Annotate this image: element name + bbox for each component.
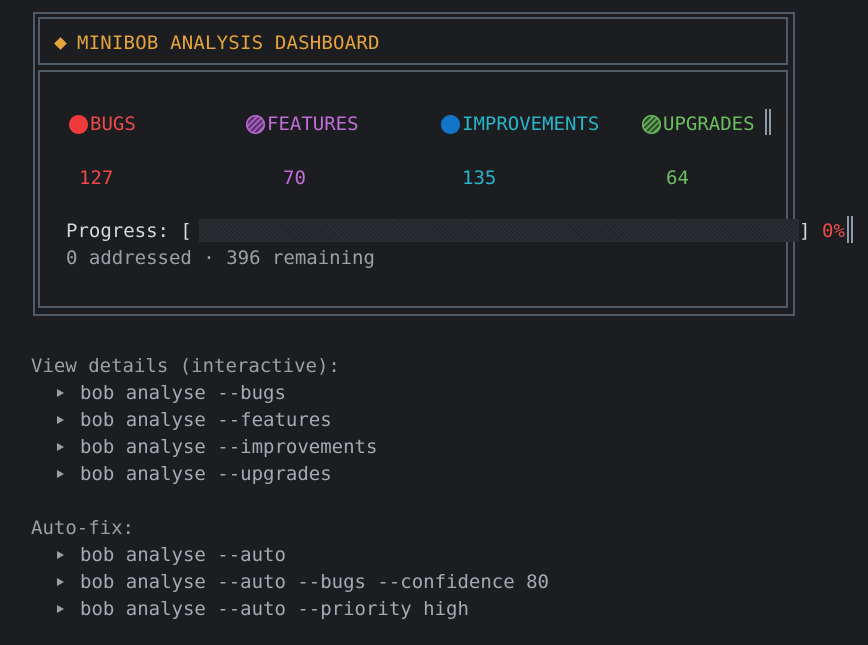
category-label: BUGS	[90, 113, 136, 135]
category-bugs: BUGS	[69, 112, 136, 136]
command-item[interactable]: bob analyse --bugs	[55, 381, 286, 405]
command-item[interactable]: bob analyse --upgrades	[55, 462, 332, 486]
triangle-bullet-icon	[57, 416, 64, 424]
view-details-title: View details (interactive):	[31, 355, 340, 377]
triangle-bullet-icon	[57, 578, 64, 586]
progress-bar	[199, 219, 799, 242]
command-item[interactable]: bob analyse --auto --bugs --confidence 8…	[55, 570, 549, 594]
addressed-count: 0 addressed	[66, 247, 192, 269]
command-text: bob analyse --improvements	[80, 436, 378, 458]
command-item[interactable]: bob analyse --features	[55, 408, 332, 432]
category-upgrades: UPGRADES	[642, 112, 755, 136]
blue-circle-icon	[441, 114, 460, 134]
progress-edge-marker	[847, 216, 853, 243]
triangle-bullet-icon	[57, 605, 64, 613]
column-edge-marker	[765, 109, 771, 135]
improvements-count: 135	[462, 167, 497, 189]
triangle-bullet-icon	[57, 551, 64, 559]
command-item[interactable]: bob analyse --improvements	[55, 435, 377, 459]
green-circle-icon	[642, 114, 661, 134]
command-item[interactable]: bob analyse --auto	[55, 543, 286, 567]
triangle-bullet-icon	[57, 389, 64, 397]
progress-text: Progress: [	[66, 220, 192, 242]
category-features: FEATURES	[246, 112, 359, 136]
command-text: bob analyse --auto --priority high	[80, 598, 469, 620]
remaining-count: 396 remaining	[226, 247, 375, 269]
bugs-count: 127	[79, 167, 114, 189]
category-improvements: IMPROVEMENTS	[441, 112, 599, 136]
upgrades-count: 64	[666, 167, 689, 189]
dashboard-title: MINIBOB ANALYSIS DASHBOARD	[77, 32, 380, 54]
purple-circle-icon	[246, 114, 265, 134]
category-label: IMPROVEMENTS	[462, 113, 600, 135]
command-text: bob analyse --upgrades	[80, 463, 332, 485]
red-circle-icon	[69, 114, 88, 134]
command-text: bob analyse --features	[80, 409, 332, 431]
category-label: UPGRADES	[663, 113, 755, 135]
command-text: bob analyse --auto	[80, 544, 286, 566]
auto-fix-title: Auto-fix:	[31, 517, 134, 539]
progress-label: Progress: [	[66, 219, 192, 243]
dashboard-header: MINIBOB ANALYSIS DASHBOARD	[54, 31, 380, 55]
separator: ·	[203, 247, 215, 269]
triangle-bullet-icon	[57, 470, 64, 478]
command-text: bob analyse --bugs	[80, 382, 286, 404]
progress-percent: 0%	[822, 220, 845, 242]
category-label: FEATURES	[267, 113, 359, 135]
command-text: bob analyse --auto --bugs --confidence 8…	[80, 571, 549, 593]
diamond-icon	[54, 36, 67, 50]
command-item[interactable]: bob analyse --auto --priority high	[55, 597, 469, 621]
progress-bracket-close: ]	[799, 220, 811, 242]
progress-status: 0 addressed · 396 remaining	[66, 246, 375, 270]
features-count: 70	[283, 167, 306, 189]
triangle-bullet-icon	[57, 443, 64, 451]
